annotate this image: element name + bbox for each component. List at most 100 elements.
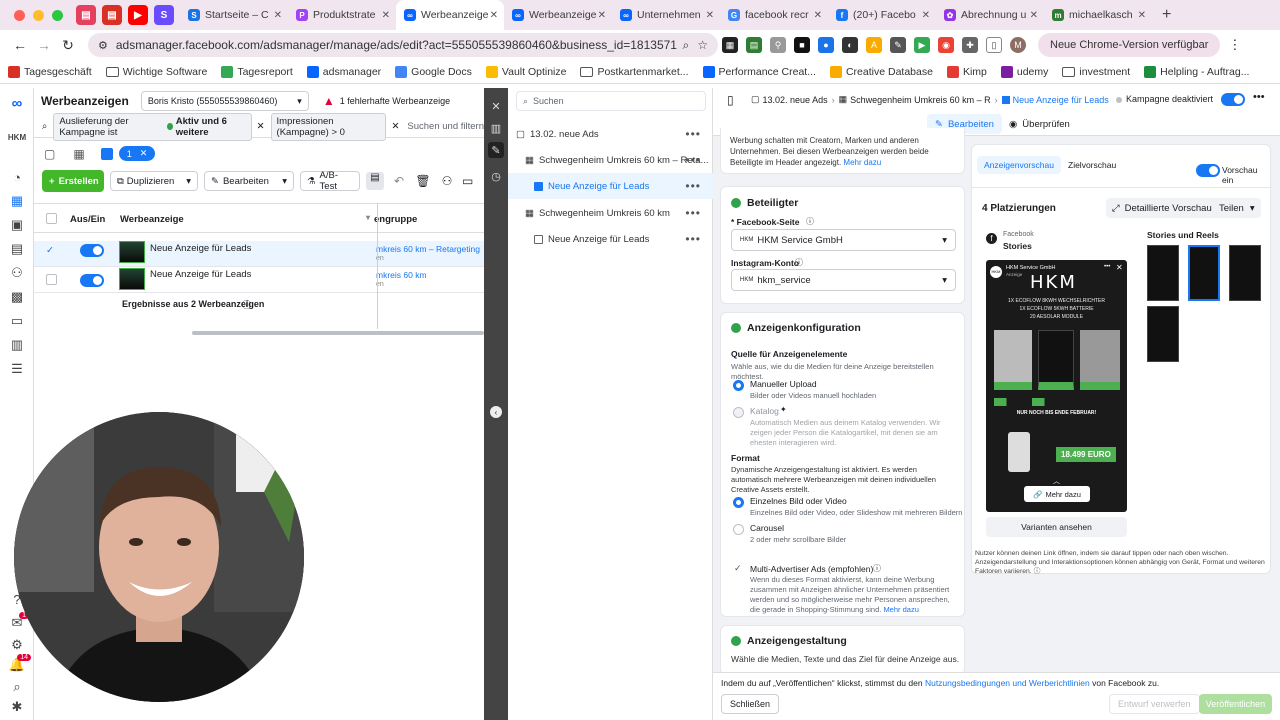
browser-tab[interactable]: ∞ Unternehmen ✕ [612,0,720,30]
folder-view-icon[interactable]: ▢ [44,147,55,161]
bookmark-item[interactable]: udemy [1000,65,1048,78]
zoom-icon[interactable]: ⌕ [683,38,690,53]
maximize-window-icon[interactable] [52,9,63,21]
profile-avatar[interactable]: M [1010,37,1026,53]
forward-icon[interactable]: → [32,37,56,53]
tab-close-icon[interactable]: ✕ [1138,10,1146,21]
collapse-panel-icon[interactable]: ‹ [490,406,502,418]
info-icon[interactable]: ⓘ [806,216,814,227]
bookmark-star-icon[interactable]: ☆ [697,38,708,52]
info-icon[interactable]: ⓘ [242,298,251,311]
settings-icon[interactable]: ⚙ [0,634,34,656]
browser-tab[interactable]: ✿ Abrechnung u ✕ [936,0,1044,30]
remove-filter-icon[interactable]: ✕ [391,121,399,132]
reload-icon[interactable]: ↻ [56,37,80,54]
edit-pencil-icon[interactable]: ✎ [488,142,504,158]
facebook-page-select[interactable]: HKM HKM Service GmbH ▾ [731,229,956,251]
publish-button[interactable]: Veröffentlichen [1199,694,1272,714]
tab-close-icon[interactable]: ✕ [382,10,390,21]
bookmark-item[interactable]: investment [1062,66,1130,78]
ad-name[interactable]: Neue Anzeige für Leads [150,269,251,280]
chart-icon[interactable]: ▥ [488,120,504,136]
more-dots-icon[interactable]: ••• [685,232,701,246]
preview-toggle[interactable] [1196,164,1220,177]
breadcrumb-ad[interactable]: Neue Anzeige für Leads [1013,95,1109,105]
extension-icon[interactable]: ● [818,37,834,53]
extension-icon[interactable]: ✎ [890,37,906,53]
bookmark-item[interactable]: Postkartenmarket... [580,66,689,78]
bookmark-item[interactable]: adsmanager [306,65,381,78]
row-checkbox[interactable] [46,274,57,285]
more-icon[interactable]: ▭ [462,174,473,188]
search-icon[interactable]: ⌕ [0,676,34,698]
placement-thumbnail[interactable] [1147,306,1179,362]
bookmark-item[interactable]: Performance Creat... [702,65,816,78]
url-field[interactable]: ⚙ adsmanager.facebook.com/adsmanager/man… [88,33,718,57]
ads-manager-icon[interactable]: ▦ [0,190,34,212]
bookmark-item[interactable]: Wichtige Software [105,66,207,78]
sidebar-toggle-icon[interactable]: ▯ [727,93,734,107]
chevron-down-icon[interactable]: ▾ [186,176,191,187]
catalog-label[interactable]: Katalog [750,406,779,416]
menu-dots-icon[interactable]: ⋮ [1228,37,1241,53]
search-icon[interactable]: ⌕ [42,121,47,132]
close-window-icon[interactable] [14,9,25,21]
tab-close-icon[interactable]: ✕ [814,10,822,21]
single-image-label[interactable]: Einzelnes Bild oder Video [750,496,847,506]
tab-review[interactable]: ◉ Überprüfen [1003,114,1076,134]
placement-thumbnail[interactable] [1147,245,1179,301]
filter-chip-impressions[interactable]: Impressionen (Kampagne) > 0 [270,112,387,141]
pinned-tab-icon[interactable]: ▤ [76,5,96,25]
edit-button[interactable]: ✎ Bearbeiten ▾ [204,171,294,191]
chevron-down-icon[interactable]: ▾ [282,176,287,187]
tab-close-icon[interactable]: ✕ [922,10,930,21]
column-adset[interactable]: engruppe [374,214,417,225]
info-icon[interactable]: ⓘ [795,257,803,268]
tree-item-ad[interactable]: Neue Anzeige für Leads ••• [508,226,713,252]
extensions-puzzle-icon[interactable]: ✚ [962,37,978,53]
create-button[interactable]: + Erstellen [42,170,104,192]
carousel-radio[interactable] [733,524,744,535]
multi-advertiser-check-icon[interactable]: ✓ [734,563,742,574]
reports-icon[interactable]: ▥ [0,334,34,356]
sidebar-icon[interactable]: ▯ [986,37,1002,53]
grid-view-icon[interactable]: ▦ [73,147,84,161]
pinned-tab-icon[interactable]: S [154,5,174,25]
bookmark-item[interactable]: Google Docs [395,65,472,78]
multi-advertiser-label[interactable]: Multi-Advertiser Ads (empfohlen) [750,564,873,574]
extension-icon[interactable]: ◐ [842,37,858,53]
column-onoff[interactable]: Aus/Ein [70,214,105,225]
learn-more-link[interactable]: Mehr dazu [883,605,918,614]
audiences-icon[interactable]: ⚇ [0,262,34,284]
bookmark-item[interactable]: Kimp [946,65,987,78]
horizontal-scrollbar[interactable] [192,331,484,335]
variants-button[interactable]: Varianten ansehen [986,517,1127,537]
chrome-update-button[interactable]: Neue Chrome-Version verfügbar [1038,33,1221,57]
bookmark-item[interactable]: Tagesgeschäft [8,65,92,78]
more-dots-icon[interactable]: ••• [685,206,701,220]
adset-name[interactable]: mkreis 60 km – Retargeting [376,244,480,254]
extension-icon[interactable]: ▤ [746,37,762,53]
browser-tab[interactable]: m michaelkasch ✕ [1044,0,1152,30]
ad-name[interactable]: Neue Anzeige für Leads [150,243,251,254]
terms-link[interactable]: Nutzungsbedingungen und Werberichtlinien [925,678,1090,688]
tab-close-icon[interactable]: ✕ [706,10,714,21]
tree-item-adset[interactable]: ▦ Schwegenheim Umkreis 60 km ••• [508,200,713,226]
breadcrumb-adset[interactable]: Schwegenheim Umkreis 60 km – R [850,95,991,105]
tab-close-icon[interactable]: ✕ [274,10,282,21]
campaign-toggle[interactable] [1221,93,1245,106]
tab-ad-preview[interactable]: Anzeigenvorschau [977,156,1061,174]
browser-tab[interactable]: P Produktstrate ✕ [288,0,396,30]
extension-icon[interactable]: ■ [794,37,810,53]
manual-upload-label[interactable]: Manueller Upload [750,379,817,389]
tree-search-input[interactable]: ⌕ Suchen [516,91,706,111]
tree-item-ad[interactable]: Neue Anzeige für Leads ••• [508,173,713,199]
row-checkbox-checked-icon[interactable]: ✓ [46,245,54,256]
placement-thumbnail[interactable] [1229,245,1261,301]
catalog-radio[interactable] [733,407,744,418]
learn-more-link[interactable]: Mehr dazu [843,158,881,167]
documents-icon[interactable]: ▤ [0,238,34,260]
youtube-icon[interactable]: ▶ [128,5,148,25]
selection-chip[interactable]: 1 ✕ [118,146,156,161]
ads-view-icon[interactable] [100,147,113,160]
